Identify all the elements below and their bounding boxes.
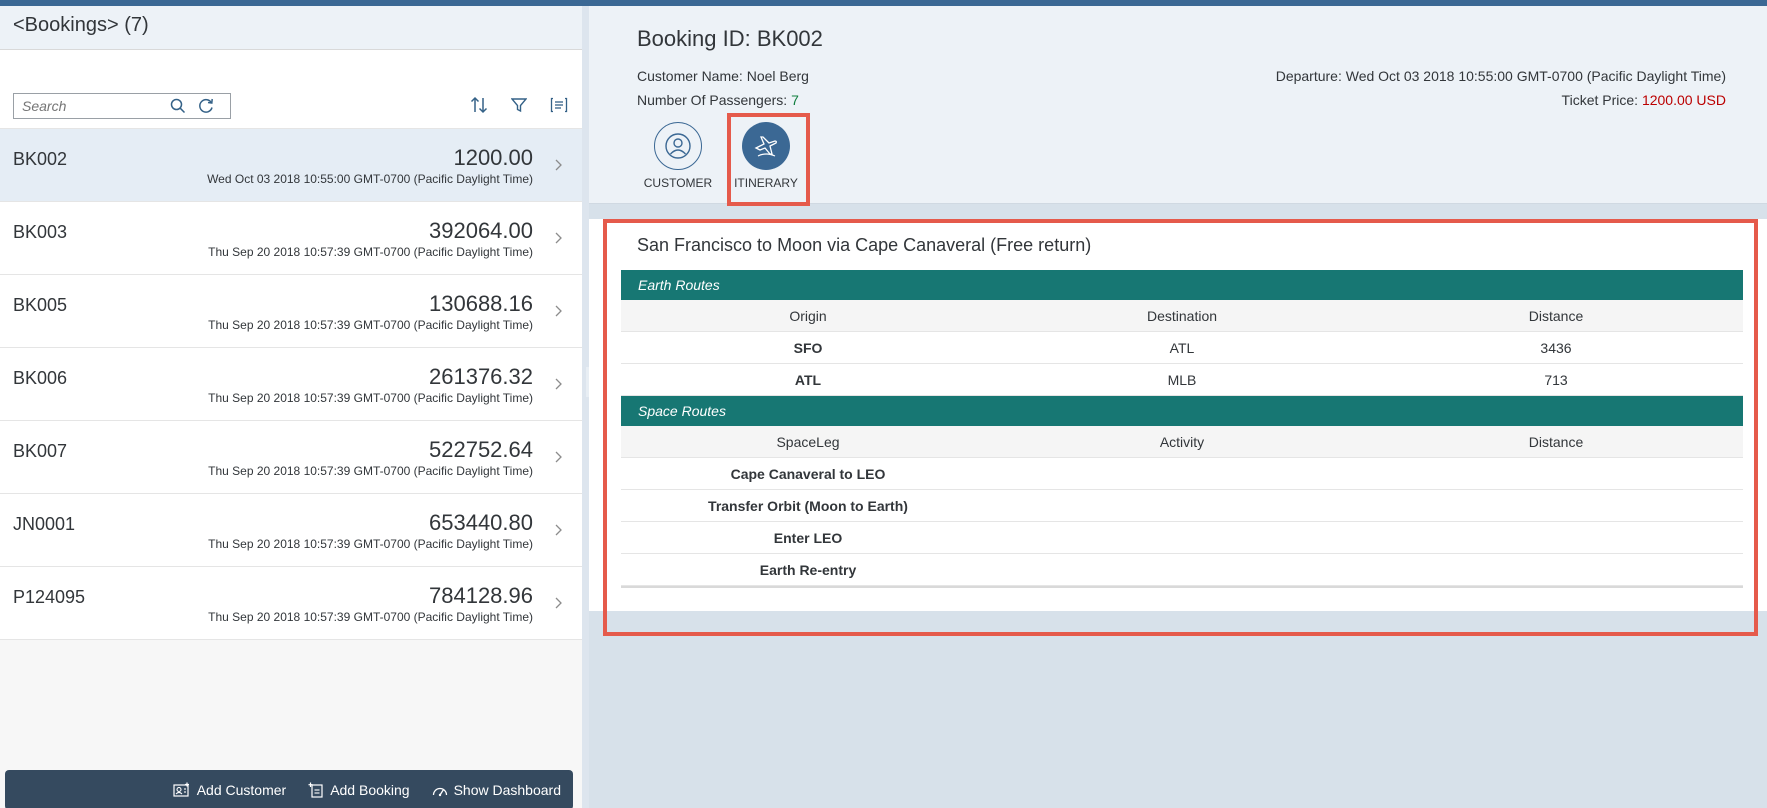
chevron-right-icon bbox=[555, 159, 562, 171]
master-toolbar bbox=[0, 50, 582, 129]
add-booking-button[interactable]: Add Booking bbox=[308, 782, 410, 798]
add-booking-icon bbox=[308, 782, 323, 798]
search-input[interactable] bbox=[14, 98, 164, 114]
booking-id: BK002 bbox=[13, 149, 68, 169]
itinerary-tab-highlight bbox=[727, 113, 810, 206]
booking-date: Wed Oct 03 2018 10:55:00 GMT-0700 (Pacif… bbox=[207, 172, 533, 186]
sort-icon[interactable] bbox=[468, 93, 490, 117]
list-tools bbox=[468, 93, 570, 117]
departure: Departure: Wed Oct 03 2018 10:55:00 GMT-… bbox=[1275, 68, 1726, 84]
bookings-list: BK002 1200.00 Wed Oct 03 2018 10:55:00 G… bbox=[0, 129, 582, 640]
footer-toolbar: Add Customer Add Booking Show Dashboard bbox=[5, 770, 573, 808]
list-item[interactable]: BK005 130688.16 Thu Sep 20 2018 10:57:39… bbox=[0, 275, 582, 348]
page-title: Booking ID: BK002 bbox=[637, 26, 823, 51]
customer-name: Customer Name: Noel Berg bbox=[637, 68, 809, 84]
list-item[interactable]: P124095 784128.96 Thu Sep 20 2018 10:57:… bbox=[0, 567, 582, 640]
group-icon[interactable] bbox=[548, 93, 570, 117]
booking-id: BK006 bbox=[13, 368, 68, 388]
chevron-right-icon bbox=[555, 524, 562, 536]
booking-id: BK007 bbox=[13, 441, 68, 461]
list-item[interactable]: JN0001 653440.80 Thu Sep 20 2018 10:57:3… bbox=[0, 494, 582, 567]
search-icon[interactable] bbox=[164, 94, 192, 118]
chevron-right-icon bbox=[555, 597, 562, 609]
ticket-price-value: 1200.00 USD bbox=[1641, 92, 1726, 108]
booking-date: Thu Sep 20 2018 10:57:39 GMT-0700 (Pacif… bbox=[208, 245, 533, 259]
chevron-right-icon bbox=[555, 378, 562, 390]
list-item[interactable]: BK007 522752.64 Thu Sep 20 2018 10:57:39… bbox=[0, 421, 582, 494]
booking-amount: 392064.00 bbox=[429, 218, 533, 243]
customer-name-label: Customer Name: bbox=[637, 68, 747, 84]
add-customer-icon bbox=[173, 782, 189, 797]
tab-customer-label: CUSTOMER bbox=[643, 176, 713, 190]
filter-icon[interactable] bbox=[508, 93, 530, 117]
master-title: <Bookings> (7) bbox=[0, 6, 582, 50]
show-dashboard-button[interactable]: Show Dashboard bbox=[432, 782, 561, 798]
booking-date: Thu Sep 20 2018 10:57:39 GMT-0700 (Pacif… bbox=[208, 391, 533, 405]
passenger-count: Number Of Passengers: 7 bbox=[637, 92, 799, 108]
user-icon bbox=[665, 133, 691, 159]
chevron-right-icon bbox=[555, 451, 562, 463]
itinerary-section-highlight bbox=[603, 219, 1758, 636]
tab-customer[interactable]: CUSTOMER bbox=[638, 122, 718, 190]
booking-amount: 784128.96 bbox=[429, 583, 533, 608]
list-item[interactable]: BK003 392064.00 Thu Sep 20 2018 10:57:39… bbox=[0, 202, 582, 275]
list-item[interactable]: BK006 261376.32 Thu Sep 20 2018 10:57:39… bbox=[0, 348, 582, 421]
search-field[interactable] bbox=[13, 93, 231, 119]
booking-amount: 653440.80 bbox=[429, 510, 533, 535]
chevron-right-icon bbox=[555, 232, 562, 244]
add-customer-button[interactable]: Add Customer bbox=[173, 782, 286, 798]
booking-date: Thu Sep 20 2018 10:57:39 GMT-0700 (Pacif… bbox=[208, 537, 533, 551]
add-customer-label: Add Customer bbox=[196, 782, 287, 798]
booking-id: JN0001 bbox=[13, 514, 76, 534]
booking-id: BK003 bbox=[13, 222, 68, 242]
refresh-icon[interactable] bbox=[192, 94, 220, 118]
show-dashboard-label: Show Dashboard bbox=[453, 782, 561, 798]
splitter[interactable] bbox=[582, 6, 589, 808]
passenger-count-label: Number Of Passengers: bbox=[637, 92, 792, 108]
ticket-price-label: Ticket Price: bbox=[1561, 92, 1642, 108]
list-item[interactable]: BK002 1200.00 Wed Oct 03 2018 10:55:00 G… bbox=[0, 129, 582, 202]
booking-date: Thu Sep 20 2018 10:57:39 GMT-0700 (Pacif… bbox=[208, 464, 533, 478]
booking-date: Thu Sep 20 2018 10:57:39 GMT-0700 (Pacif… bbox=[208, 318, 533, 332]
booking-amount: 130688.16 bbox=[429, 291, 533, 316]
passenger-count-value: 7 bbox=[791, 92, 799, 108]
customer-name-value: Noel Berg bbox=[746, 68, 809, 84]
booking-amount: 1200.00 bbox=[453, 145, 533, 170]
booking-id: P124095 bbox=[13, 587, 86, 607]
booking-date: Thu Sep 20 2018 10:57:39 GMT-0700 (Pacif… bbox=[208, 610, 533, 624]
chevron-right-icon bbox=[555, 305, 562, 317]
dashboard-icon bbox=[432, 787, 447, 797]
customer-circle bbox=[654, 122, 702, 170]
add-booking-label: Add Booking bbox=[330, 782, 410, 798]
ticket-price: Ticket Price: 1200.00 USD bbox=[1562, 92, 1726, 108]
booking-amount: 522752.64 bbox=[429, 437, 533, 462]
booking-amount: 261376.32 bbox=[429, 364, 533, 389]
booking-id: BK005 bbox=[13, 295, 68, 315]
master-panel: <Bookings> (7) BK002 1200.00 bbox=[0, 6, 582, 808]
